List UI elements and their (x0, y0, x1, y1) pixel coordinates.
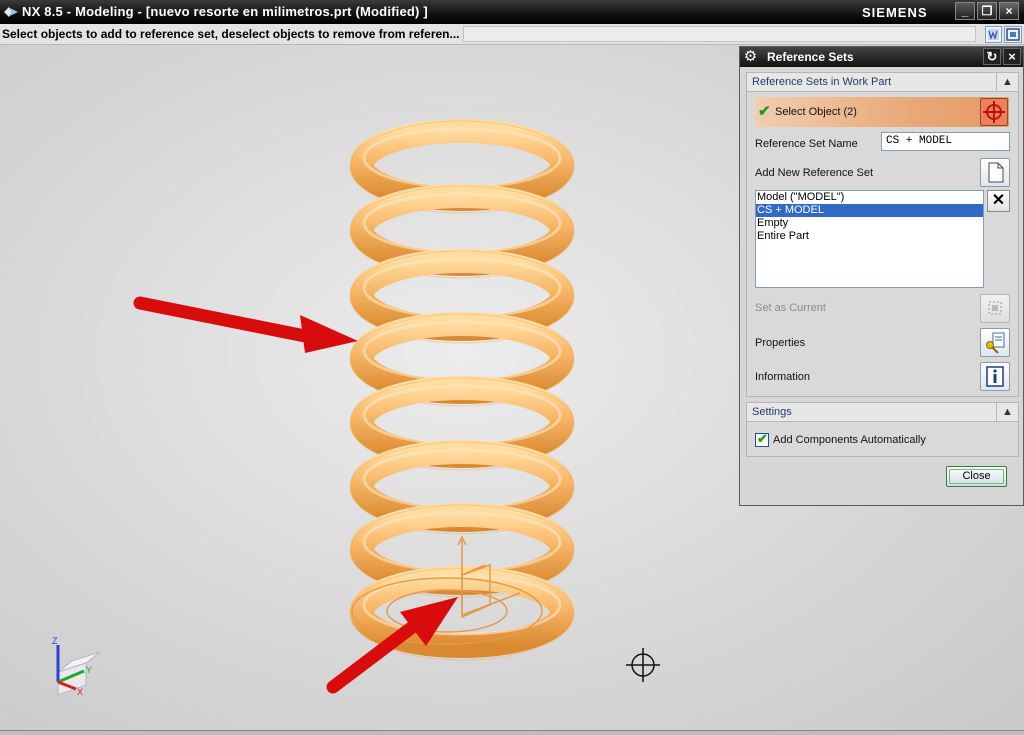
properties-label: Properties (755, 337, 806, 349)
cue-line-bar: Select objects to add to reference set, … (0, 24, 1024, 45)
add-new-reference-set-button[interactable] (980, 158, 1010, 187)
reference-set-name-input[interactable]: CS + MODEL (881, 132, 1010, 151)
dialog-close-icon[interactable]: × (1003, 48, 1021, 65)
chevron-up-icon[interactable]: ▲ (996, 402, 1018, 422)
select-object-label: Select Object (2) (775, 106, 857, 118)
triad-z-label: Z (52, 636, 58, 646)
view-triad[interactable]: Z Y X (52, 636, 101, 697)
select-object-crosshair-button[interactable] (980, 98, 1008, 126)
group-label: Reference Sets in Work Part (752, 76, 892, 88)
dialog-title-bar: ⚙ Reference Sets ↻ × (740, 47, 1023, 67)
information-button[interactable] (980, 362, 1010, 391)
new-page-icon (988, 162, 1004, 183)
dialog-title: Reference Sets (767, 50, 854, 64)
add-components-checkbox[interactable]: ✔ (755, 431, 769, 447)
status-bar (0, 730, 1024, 735)
group-body-reference-sets: ✔ Select Object (2) Reference Set Name C… (746, 92, 1019, 397)
siemens-logo: SIEMENS (862, 5, 928, 20)
set-current-icon (988, 301, 1002, 315)
group-label: Settings (752, 406, 792, 418)
list-item[interactable]: Entire Part (756, 230, 983, 243)
add-new-reference-set-label: Add New Reference Set (755, 167, 874, 179)
delete-reference-set-button[interactable]: ✕ (987, 190, 1010, 212)
information-label: Information (755, 371, 811, 383)
close-window-button[interactable]: × (999, 2, 1019, 20)
minimize-button[interactable]: _ (955, 2, 975, 20)
set-as-current-label: Set as Current (755, 302, 826, 314)
reset-icon[interactable]: ↻ (983, 48, 1001, 65)
status-line-box (463, 26, 976, 42)
word-icon[interactable] (985, 26, 1002, 43)
group-body-settings: ✔ Add Components Automatically (746, 422, 1019, 457)
reference-set-name-label: Reference Set Name (755, 138, 858, 150)
triad-y-label: Y (86, 665, 92, 675)
chevron-up-icon[interactable]: ▲ (996, 72, 1018, 92)
annotation-arrow-top (133, 296, 358, 353)
properties-key-icon (986, 332, 1005, 354)
title-bar: NX 8.5 - Modeling - [nuevo resorte en mi… (0, 0, 1024, 24)
reference-set-list[interactable]: Model ("MODEL") CS + MODEL Empty Entire … (755, 190, 984, 288)
group-header-reference-sets[interactable]: Reference Sets in Work Part ▲ (746, 72, 1019, 92)
properties-button[interactable] (980, 328, 1010, 357)
select-object-row[interactable]: ✔ Select Object (2) (755, 97, 1009, 127)
nx-app-icon (4, 7, 18, 17)
list-item[interactable]: Model ("MODEL") (756, 191, 983, 204)
close-button[interactable]: Close (946, 466, 1007, 487)
set-as-current-button[interactable] (980, 294, 1010, 323)
cue-line-text: Select objects to add to reference set, … (2, 27, 460, 41)
check-icon: ✔ (758, 103, 771, 120)
restore-button[interactable]: ❐ (977, 2, 997, 20)
add-components-label: Add Components Automatically (773, 434, 926, 446)
window-title: NX 8.5 - Modeling - [nuevo resorte en mi… (22, 4, 428, 19)
crosshair-icon (983, 101, 1005, 123)
reference-sets-dialog: ⚙ Reference Sets ↻ × Reference Sets in W… (739, 46, 1024, 506)
fit-window-icon[interactable] (1004, 26, 1022, 43)
close-icon: ✕ (991, 192, 1006, 209)
information-icon (986, 366, 1004, 387)
list-item-selected[interactable]: CS + MODEL (756, 204, 983, 217)
checkmark-icon: ✔ (757, 431, 768, 446)
triad-x-label: X (77, 687, 83, 697)
list-item[interactable]: Empty (756, 217, 983, 230)
crosshair-cursor-icon (626, 648, 660, 682)
gear-icon[interactable]: ⚙ (742, 48, 759, 65)
group-header-settings[interactable]: Settings ▲ (746, 402, 1019, 422)
